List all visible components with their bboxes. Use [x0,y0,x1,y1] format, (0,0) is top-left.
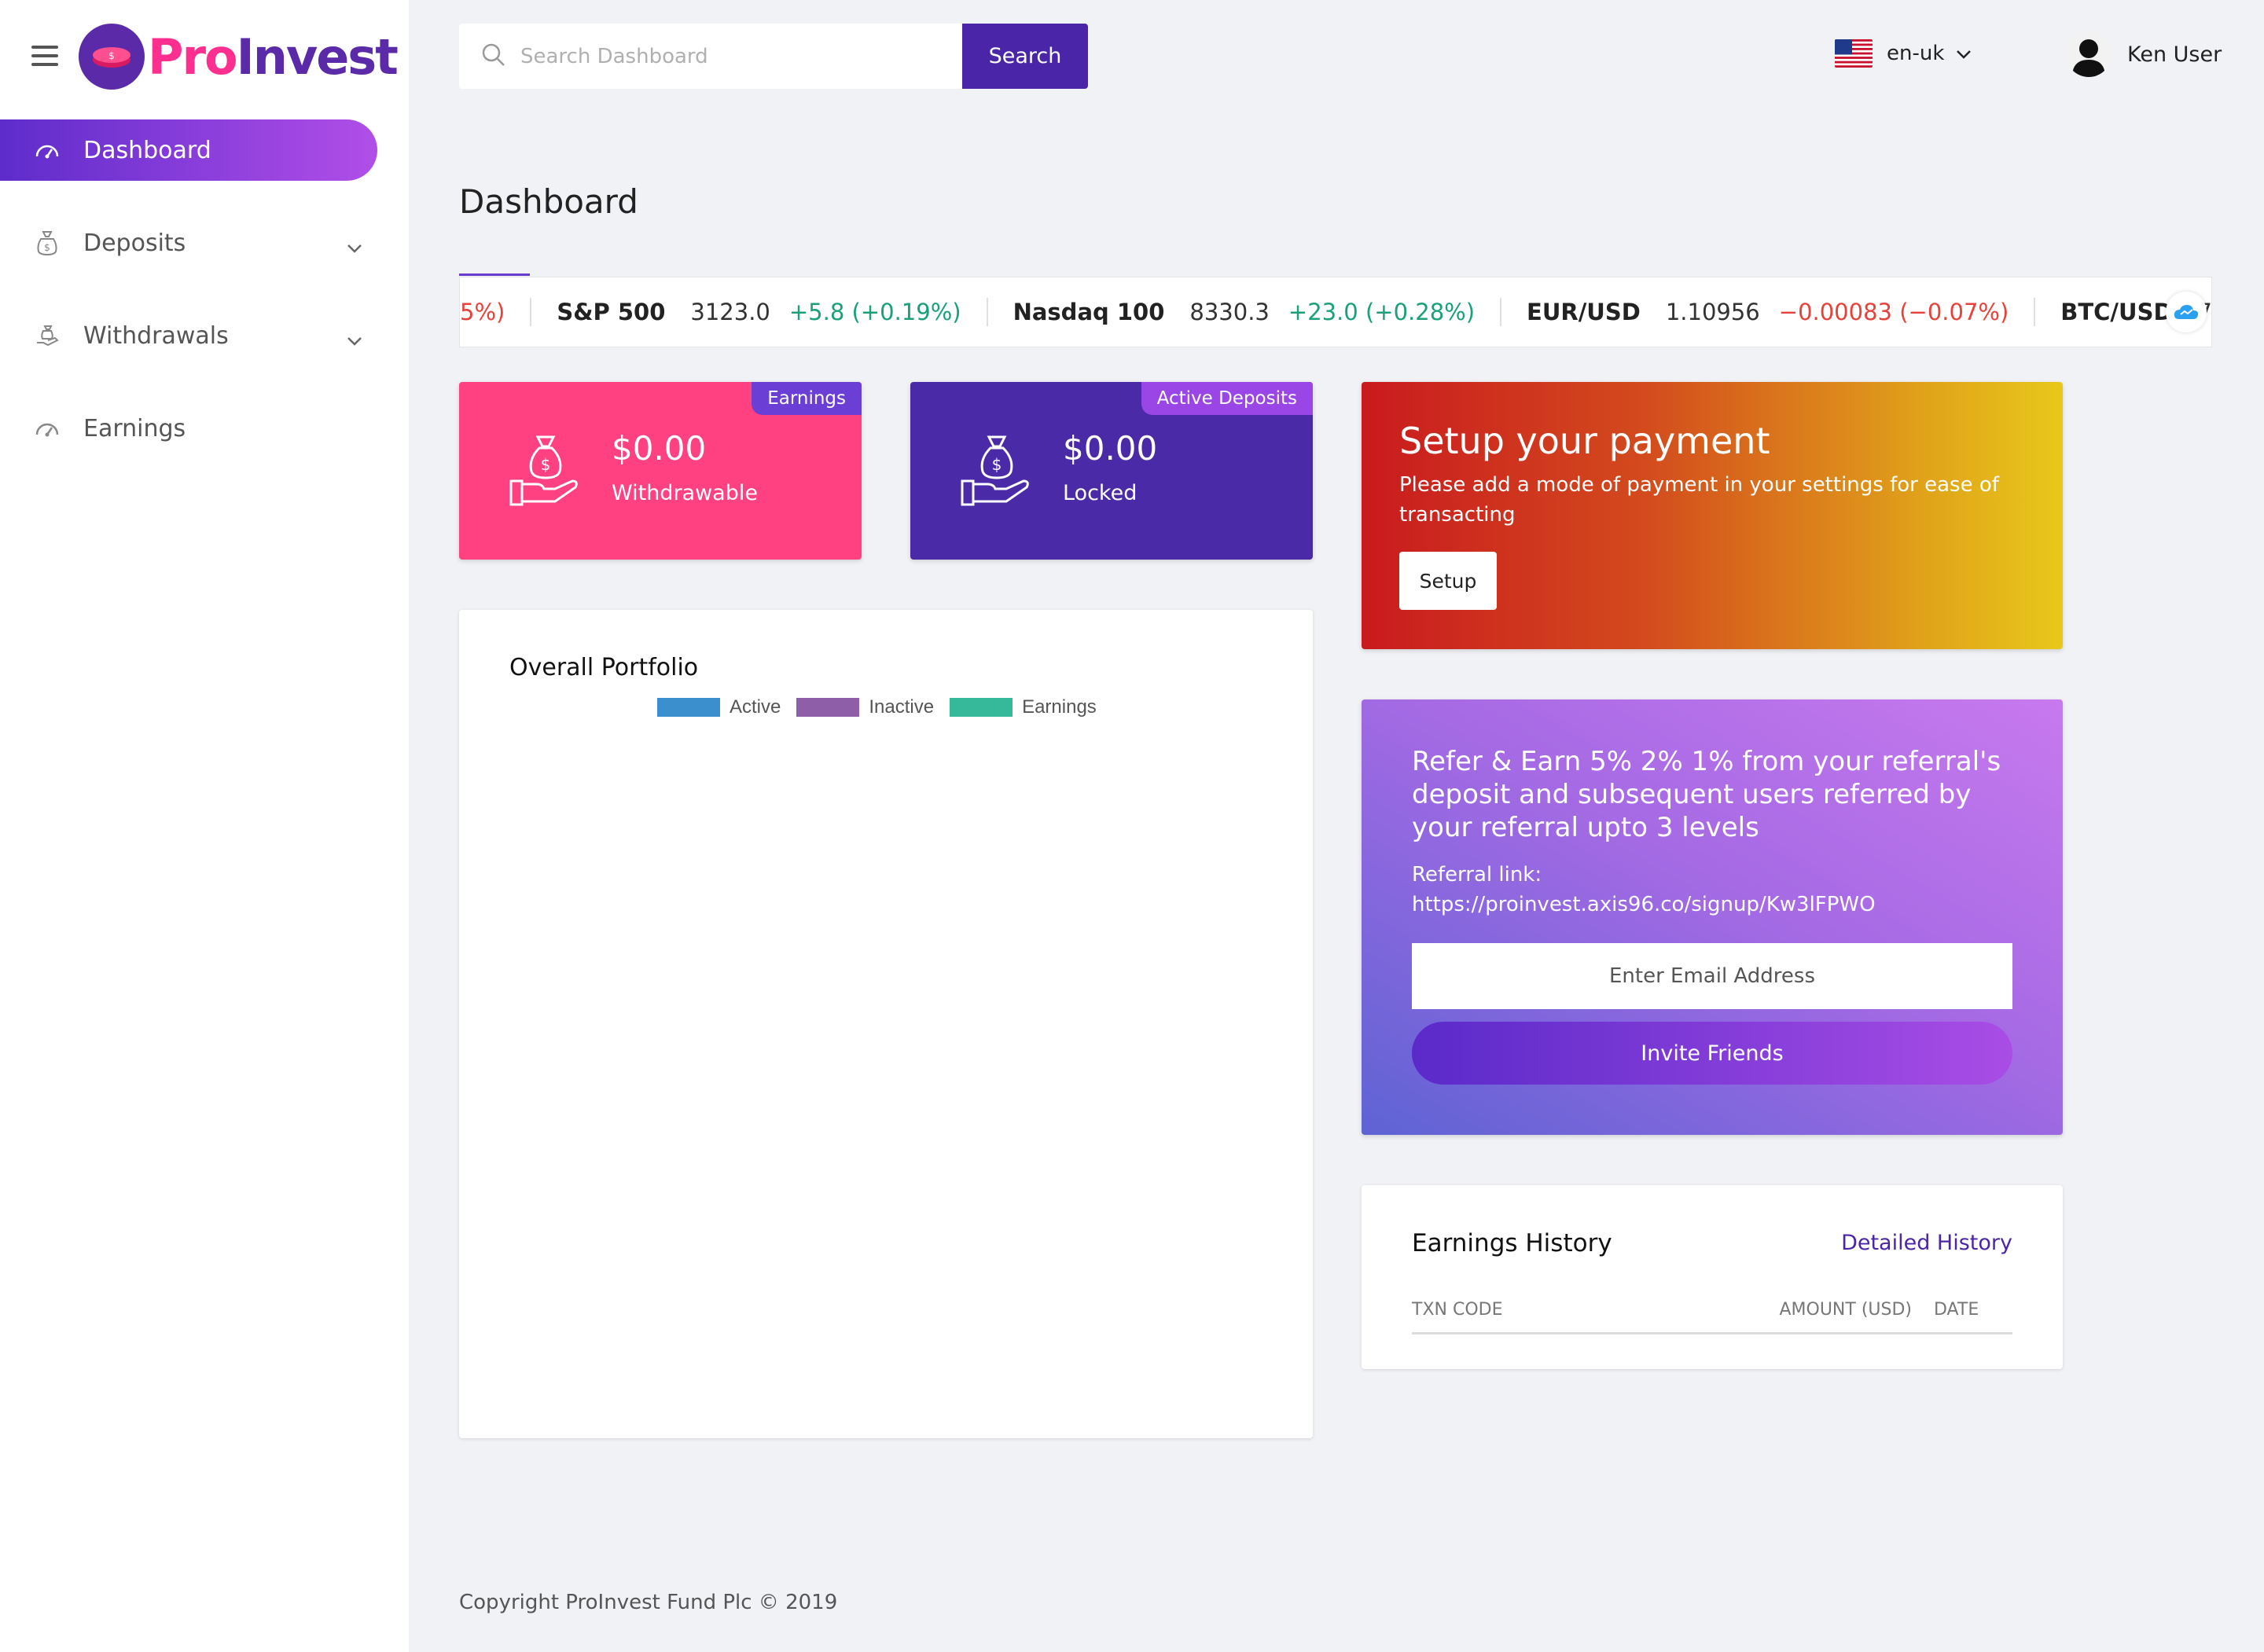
ticker-symbol: EUR/USD [1527,299,1641,325]
search-input[interactable] [520,44,929,68]
legend-item-inactive[interactable]: Inactive [796,696,934,718]
portfolio-card: Overall Portfolio Active Inactive Earnin… [459,610,1313,1438]
ticker-change: −0.00083 (−0.07%) [1778,299,2009,325]
legend-item-earnings[interactable]: Earnings [950,696,1097,718]
language-selector[interactable]: en-uk [1835,39,1972,68]
search-bar [459,24,962,89]
chevron-down-icon [346,325,363,353]
svg-text:$: $ [992,455,1002,474]
sidebar-item-withdrawals[interactable]: Withdrawals [0,305,377,366]
money-bag-icon: $ [31,227,63,259]
column-header-amount: AMOUNT (USD) [1604,1292,1934,1334]
setup-payment-card: Setup your payment Please add a mode of … [1362,382,2063,649]
earnings-history-card: Earnings History Detailed History TXN CO… [1362,1185,2063,1369]
ticker-price: 1.10956 [1665,299,1760,325]
svg-text:$: $ [44,242,50,253]
sidebar-item-label: Earnings [83,414,186,442]
brand-logo[interactable]: $ ProInvest [79,24,399,90]
ticker-tab-indicator [459,273,530,276]
ticker-price: 8330.3 [1189,299,1270,325]
legend-swatch [796,698,860,717]
sidebar-nav: Dashboard $ Deposits Withdrawals Earning… [0,119,409,490]
chevron-down-icon [346,233,363,260]
column-header-txn-code: TXN CODE [1412,1292,1605,1334]
user-name: Ken User [2127,42,2222,67]
cloud-logo-icon[interactable] [2166,292,2207,332]
earnings-history-title: Earnings History [1412,1229,1612,1257]
menu-toggle-icon[interactable] [31,46,58,66]
money-bag-hand-icon: $ [506,432,582,508]
locked-label: Locked [1063,481,1138,505]
setup-button[interactable]: Setup [1399,552,1497,610]
user-menu[interactable]: Ken User [2066,31,2222,77]
language-label: en-uk [1887,42,1945,65]
portfolio-title: Overall Portfolio [509,654,699,681]
detailed-history-link[interactable]: Detailed History [1841,1231,2012,1255]
footer-copyright: Copyright ProInvest Fund Plc © 2019 [459,1591,838,1614]
withdrawable-amount: $0.00 [612,429,707,468]
ticker-item[interactable]: EUR/USD 1.10956 −0.00083 (−0.07%) [1501,298,2036,326]
ticker-symbol: S&P 500 [557,299,666,325]
chart-legend: Active Inactive Earnings [657,696,1112,718]
locked-amount: $0.00 [1063,429,1158,468]
market-ticker[interactable]: 5%) S&P 500 3123.0 +5.8 (+0.19%) Nasdaq … [459,277,2212,347]
setup-text: Please add a mode of payment in your set… [1399,473,1999,527]
sidebar-item-label: Deposits [83,229,186,257]
ticker-price: 3123.0 [690,299,770,325]
ticker-change: +23.0 (+0.28%) [1288,299,1476,325]
legend-item-active[interactable]: Active [657,696,781,718]
legend-swatch [657,698,720,717]
ticker-item[interactable]: 5%) [460,298,532,326]
ticker-change: 5%) [460,299,505,325]
table-header-row: TXN CODE AMOUNT (USD) DATE [1412,1292,2012,1334]
ticker-symbol: Nasdaq 100 [1013,299,1165,325]
search-icon [481,42,506,71]
svg-text:$: $ [108,50,115,61]
brand-name: ProInvest [148,28,399,86]
sidebar-item-label: Dashboard [83,136,211,164]
legend-label: Earnings [1022,696,1097,718]
hand-money-icon [31,320,63,351]
ticker-item[interactable]: Nasdaq 100 8330.3 +23.0 (+0.28%) [988,298,1502,326]
sidebar-item-label: Withdrawals [83,321,229,350]
referral-card: Refer & Earn 5% 2% 1% from your referral… [1362,699,2063,1135]
legend-label: Inactive [869,696,935,718]
coin-logo-icon: $ [79,24,145,90]
page-title: Dashboard [459,182,638,221]
money-bag-hand-icon: $ [957,432,1033,508]
chevron-down-icon [1955,42,1972,65]
active-deposits-badge: Active Deposits [1141,382,1313,415]
referral-title: Refer & Earn 5% 2% 1% from your referral… [1412,746,2001,843]
sidebar: $ ProInvest Dashboard $ Deposits Withdra… [0,0,409,1652]
us-flag-icon [1835,39,1873,68]
svg-text:$: $ [541,455,551,474]
ticker-item[interactable]: S&P 500 3123.0 +5.8 (+0.19%) [531,298,988,326]
search-button[interactable]: Search [962,24,1088,89]
column-header-date: DATE [1934,1292,2012,1334]
legend-label: Active [730,696,781,718]
sidebar-item-dashboard[interactable]: Dashboard [0,119,377,181]
referral-link-label: Referral link: [1412,863,1542,887]
sidebar-item-earnings[interactable]: Earnings [0,398,377,459]
ticker-change: +5.8 (+0.19%) [788,299,961,325]
locked-card: Active Deposits $ $0.00 Locked [910,382,1313,560]
ticker-symbol: BTC/USD [2060,299,2173,325]
setup-title: Setup your payment [1399,420,1770,462]
legend-swatch [950,698,1013,717]
withdrawable-card: Earnings $ $0.00 Withdrawable [459,382,862,560]
invite-friends-button[interactable]: Invite Friends [1412,1022,2012,1085]
earnings-badge: Earnings [752,382,862,415]
avatar [2066,31,2111,77]
referral-link[interactable]: https://proinvest.axis96.co/signup/Kw3lF… [1412,893,1876,916]
sidebar-item-deposits[interactable]: $ Deposits [0,212,377,273]
withdrawable-label: Withdrawable [612,481,758,505]
invite-email-input[interactable] [1412,943,2012,1009]
earnings-history-table: TXN CODE AMOUNT (USD) DATE [1412,1292,2012,1334]
speedometer-icon [31,413,63,444]
speedometer-icon [31,134,63,166]
